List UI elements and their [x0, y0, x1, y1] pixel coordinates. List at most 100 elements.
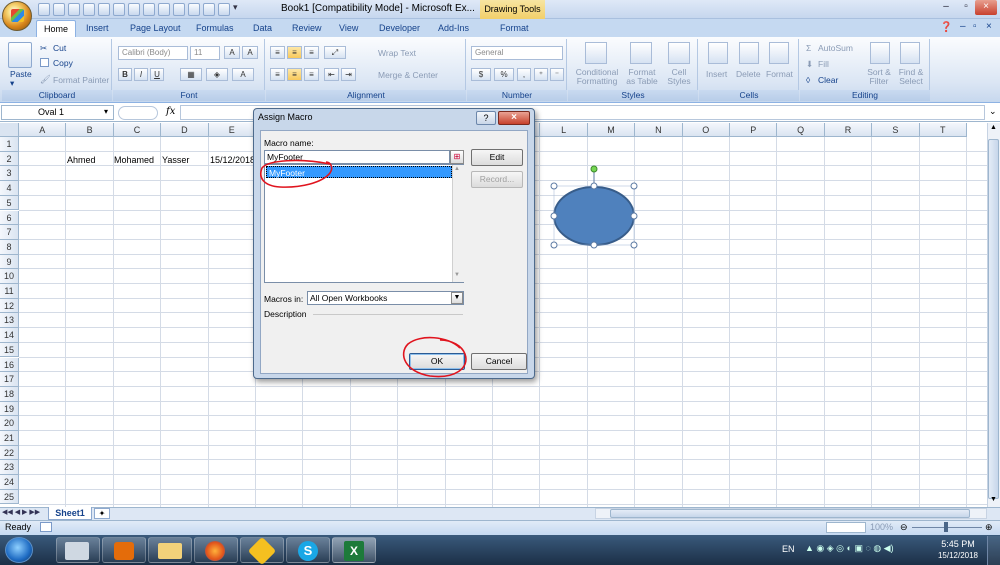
tab-page-layout[interactable]: Page Layout	[126, 20, 185, 37]
horizontal-scroll-thumb[interactable]	[610, 509, 970, 518]
insert-cells-icon[interactable]	[708, 42, 728, 64]
borders-qat-icon[interactable]	[173, 3, 185, 16]
align-right-icon[interactable]: ≡	[304, 68, 319, 81]
paste-dropdown-icon[interactable]: ▾	[10, 78, 14, 89]
cancel-button[interactable]: Cancel	[471, 353, 527, 370]
font-color-icon[interactable]: A	[232, 68, 254, 81]
row-header-20[interactable]: 20	[0, 416, 19, 431]
insert-function-icon[interactable]: fx	[166, 106, 175, 117]
row-header-10[interactable]: 10	[0, 269, 19, 284]
insert-cells-button[interactable]: Insert	[706, 69, 727, 79]
record-button[interactable]: Record...	[471, 171, 523, 188]
print-preview-icon[interactable]	[83, 3, 95, 16]
office-button[interactable]	[2, 1, 32, 31]
orientation-icon[interactable]: ⤢	[324, 46, 346, 59]
sort-qat-icon[interactable]	[188, 3, 200, 16]
row-header-1[interactable]: 1	[0, 137, 19, 152]
tab-format[interactable]: Format	[496, 20, 533, 37]
spelling-icon[interactable]	[113, 3, 125, 16]
paste-icon[interactable]	[8, 42, 32, 68]
column-header-S[interactable]: S	[872, 123, 920, 137]
column-header-P[interactable]: P	[730, 123, 778, 137]
align-center-icon[interactable]: ≡	[287, 68, 302, 81]
row-header-8[interactable]: 8	[0, 239, 19, 255]
name-box[interactable]: Oval 1	[1, 105, 114, 120]
row-header-14[interactable]: 14	[0, 328, 19, 343]
clock-time[interactable]: 5:45 PM	[938, 539, 978, 549]
zoom-out-icon[interactable]: ⊖	[900, 522, 908, 533]
row-header-7[interactable]: 7	[0, 225, 19, 240]
tab-view[interactable]: View	[335, 20, 362, 37]
restore-button[interactable]: ▫	[955, 0, 977, 15]
record-macro-status-icon[interactable]	[40, 522, 52, 532]
macro-list[interactable]: MyFooter ▲ ▼	[264, 164, 464, 283]
tab-data[interactable]: Data	[249, 20, 276, 37]
row-header-13[interactable]: 13	[0, 313, 19, 329]
help-icon[interactable]: ❓	[940, 22, 952, 33]
decrease-indent-icon[interactable]: ⇤	[324, 68, 339, 81]
column-header-Q[interactable]: Q	[777, 123, 825, 137]
currency-button[interactable]: $	[471, 68, 491, 81]
macro-list-scrollbar[interactable]: ▲ ▼	[452, 165, 464, 282]
cut-button[interactable]: Cut	[53, 43, 66, 53]
row-header-18[interactable]: 18	[0, 386, 19, 402]
column-header-L[interactable]: L	[540, 123, 588, 137]
clock-date[interactable]: 15/12/2018	[934, 551, 982, 560]
percent-button[interactable]: %	[494, 68, 514, 81]
qat-dropdown-icon[interactable]: ▾	[233, 2, 238, 13]
redo-icon[interactable]	[68, 3, 80, 16]
delete-cells-icon[interactable]	[739, 42, 759, 64]
close-window-button[interactable]: ×	[975, 0, 997, 15]
format-as-table-icon[interactable]	[630, 42, 652, 64]
row-header-22[interactable]: 22	[0, 445, 19, 461]
sort-filter-icon[interactable]	[870, 42, 890, 64]
tab-developer[interactable]: Developer	[375, 20, 424, 37]
wrap-text-button[interactable]: Wrap Text	[378, 48, 416, 58]
find-select-button[interactable]: Find & Select	[896, 68, 926, 86]
show-desktop-button[interactable]	[987, 536, 1000, 565]
column-header-R[interactable]: R	[824, 123, 873, 137]
dialog-help-button[interactable]: ?	[476, 111, 496, 125]
row-header-4[interactable]: 4	[0, 181, 19, 196]
row-header-11[interactable]: 11	[0, 284, 19, 299]
format-cells-icon[interactable]	[769, 42, 789, 64]
cell-C2[interactable]: Mohamed	[114, 153, 160, 167]
font-name-field[interactable]: Calibri (Body)	[118, 46, 188, 60]
quick-print-icon[interactable]	[98, 3, 110, 16]
column-header-M[interactable]: M	[587, 123, 636, 137]
select-all-corner[interactable]	[0, 123, 19, 137]
row-header-6[interactable]: 6	[0, 210, 19, 226]
column-header-C[interactable]: C	[113, 123, 162, 137]
language-indicator[interactable]: EN	[782, 544, 795, 554]
row-header-17[interactable]: 17	[0, 372, 19, 387]
ribbon-minimize-icon[interactable]: –	[960, 21, 966, 32]
open-icon[interactable]	[128, 3, 140, 16]
insert-sheet-icon[interactable]: ✦	[94, 508, 110, 519]
column-header-O[interactable]: O	[682, 123, 730, 137]
conditional-formatting-button[interactable]: Conditional Formatting	[573, 68, 621, 86]
sheet-nav-icons[interactable]: ◀◀ ◀ ▶ ▶▶	[2, 508, 40, 516]
view-buttons[interactable]	[826, 522, 866, 533]
start-button[interactable]	[5, 537, 33, 563]
italic-button[interactable]: I	[134, 68, 148, 81]
column-header-B[interactable]: B	[66, 123, 114, 137]
format-painter-qat-icon[interactable]	[158, 3, 170, 16]
row-header-12[interactable]: 12	[0, 298, 19, 314]
cell-styles-icon[interactable]	[668, 42, 690, 64]
grow-font-icon[interactable]: A	[224, 46, 240, 59]
find-select-icon[interactable]	[900, 42, 920, 64]
name-box-dropdown-icon[interactable]: ▾	[104, 107, 108, 116]
row-header-21[interactable]: 21	[0, 431, 19, 446]
column-header-N[interactable]: N	[635, 123, 683, 137]
row-header-16[interactable]: 16	[0, 357, 19, 373]
autosum-button[interactable]: AutoSum	[818, 43, 853, 53]
delete-cells-button[interactable]: Delete	[736, 69, 761, 79]
column-header-T[interactable]: T	[919, 123, 967, 137]
align-left-icon[interactable]: ≡	[270, 68, 285, 81]
align-top-icon[interactable]: ≡	[270, 46, 285, 59]
collapse-dialog-icon[interactable]: ⊞	[450, 150, 464, 164]
macro-list-scroll-down-icon[interactable]: ▼	[454, 272, 460, 278]
row-header-23[interactable]: 23	[0, 460, 19, 476]
sheet-tab-sheet1[interactable]: Sheet1	[48, 507, 92, 520]
fill-button[interactable]: Fill	[818, 59, 829, 69]
